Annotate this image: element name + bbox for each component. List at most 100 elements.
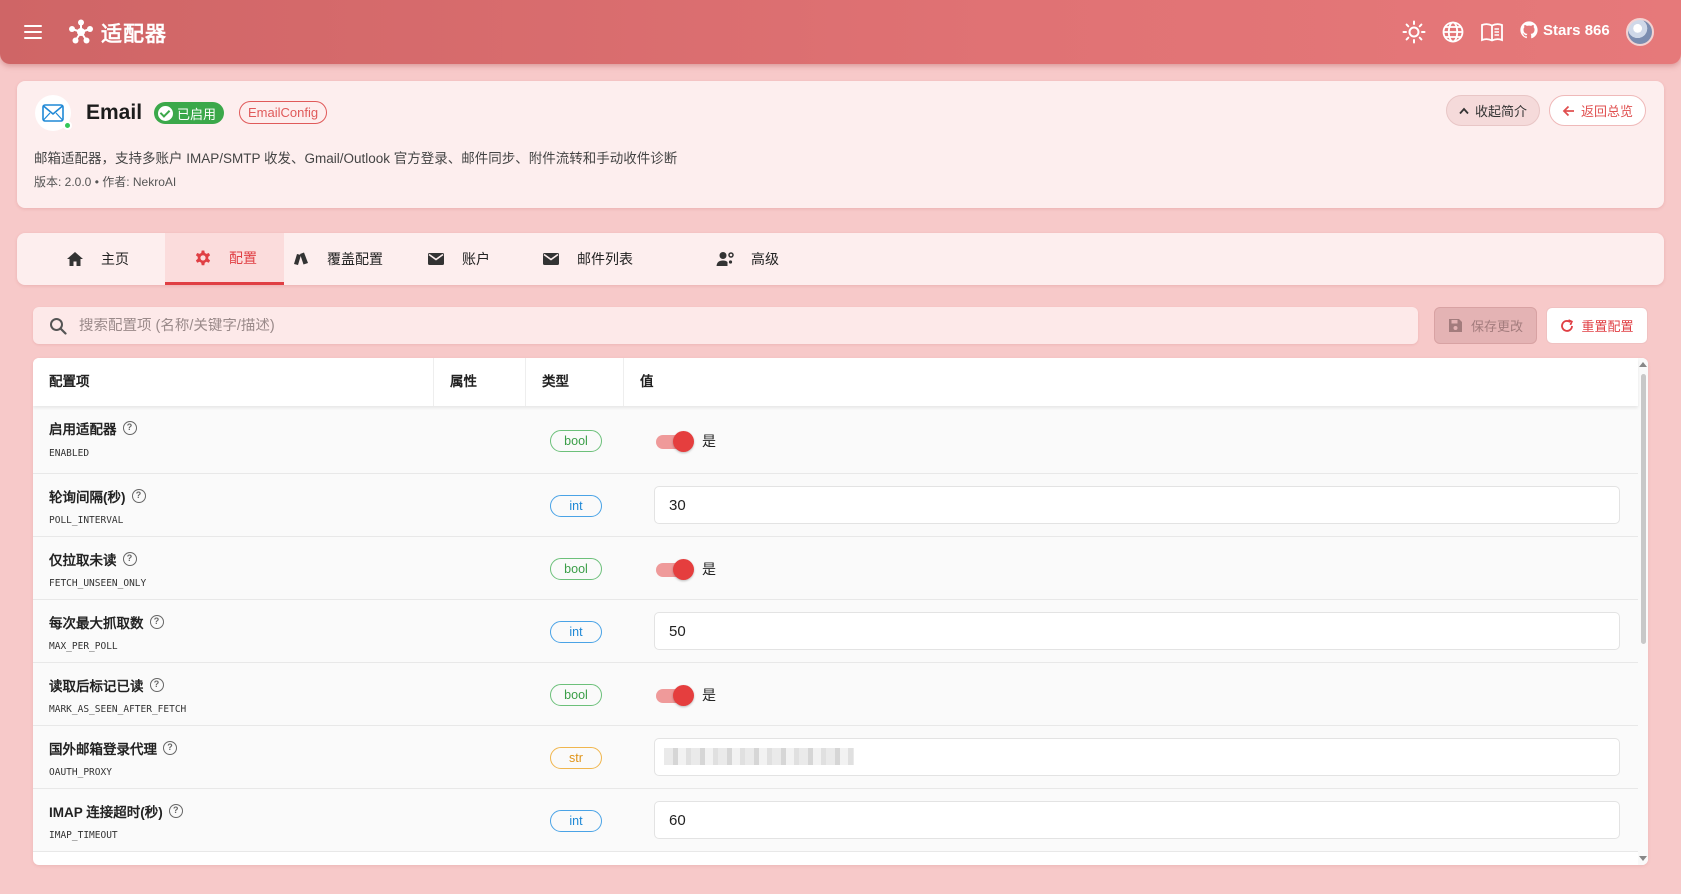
config-key: MARK_AS_SEEN_AFTER_FETCH (49, 704, 187, 715)
tab-label: 主页 (101, 251, 129, 267)
tab-accounts[interactable]: 账户 (426, 233, 490, 285)
github-stars-button[interactable]: Stars 866 (1520, 21, 1610, 39)
value-input[interactable] (654, 801, 1620, 839)
cards-icon (294, 252, 308, 265)
scroll-down-arrow[interactable] (1639, 856, 1647, 861)
config-key: MAX_PER_POLL (49, 641, 118, 652)
reset-config-button[interactable]: 重置配置 (1546, 307, 1648, 344)
config-name-cell: 轮询间隔(秒) ? (49, 486, 146, 506)
tab-mail-list[interactable]: 邮件列表 (541, 233, 633, 285)
config-title: 每次最大抓取数 (49, 616, 144, 631)
config-title: 仅拉取未读 (49, 553, 117, 568)
avatar[interactable] (1626, 18, 1654, 46)
envelope-icon (42, 104, 64, 122)
config-name-cell: IMAP 连接超时(秒) ? (49, 801, 183, 821)
save-changes-button[interactable]: 保存更改 (1434, 307, 1537, 344)
save-disk-icon (1448, 319, 1462, 332)
config-title: 读取后标记已读 (49, 679, 144, 694)
config-name-cell: 启用适配器 ? (49, 418, 137, 438)
config-class-badge: EmailConfig (239, 101, 328, 124)
help-icon[interactable]: ? (163, 741, 177, 755)
help-icon[interactable]: ? (149, 678, 164, 692)
scrollbar-thumb[interactable] (1641, 374, 1646, 644)
table-header: 配置项 属性 类型 值 (33, 358, 1638, 406)
scroll-up-arrow[interactable] (1639, 362, 1647, 367)
table-row: IMAP 连接超时(秒) ? IMAP_TIMEOUT int (33, 789, 1638, 852)
check-circle-icon (158, 105, 173, 121)
config-name-cell: 读取后标记已读 ? (49, 675, 164, 695)
help-icon[interactable]: ? (122, 552, 137, 566)
search-icon (50, 317, 67, 335)
column-header-attribute[interactable]: 属性 (434, 358, 526, 406)
value-input[interactable] (654, 612, 1620, 650)
config-title: 国外邮箱登录代理 (49, 742, 157, 757)
table-row: 国外邮箱登录代理 ? OAUTH_PROXY str (33, 726, 1638, 789)
online-status-dot (63, 121, 72, 130)
table-row: 读取后标记已读 ? MARK_AS_SEEN_AFTER_FETCH bool … (33, 663, 1638, 726)
gear-icon (195, 250, 211, 265)
status-badge: 已启用 (154, 102, 225, 124)
tab-advanced[interactable]: 高级 (715, 233, 779, 285)
table-scrollbar[interactable] (1638, 358, 1648, 865)
config-table: 配置项 属性 类型 值 启用适配器 ? ENABLED bool 是 轮询间隔(… (33, 358, 1648, 865)
config-title: IMAP 连接超时(秒) (49, 805, 163, 820)
column-header-config-item[interactable]: 配置项 (33, 358, 434, 406)
toggle-switch[interactable] (655, 430, 695, 452)
menu-icon[interactable] (22, 20, 46, 44)
arrow-left-icon (1562, 105, 1574, 116)
help-icon[interactable]: ? (131, 489, 146, 503)
adapter-header-card: Email 已启用 EmailConfig 邮箱适配器，支持多账户 IMAP/S… (17, 81, 1664, 208)
table-row: 轮询间隔(秒) ? POLL_INTERVAL int (33, 474, 1638, 537)
toggle-label: 是 (702, 687, 716, 703)
type-chip: bool (550, 430, 602, 452)
stars-count: Stars 866 (1543, 21, 1610, 39)
toggle-switch[interactable] (655, 558, 695, 580)
status-label: 已启用 (177, 106, 217, 122)
reset-config-label: 重置配置 (1581, 319, 1634, 334)
tab-label: 覆盖配置 (327, 251, 383, 267)
email-adapter-icon (35, 95, 72, 131)
language-globe-icon[interactable] (1441, 20, 1465, 44)
adapter-name: Email (86, 101, 143, 124)
toggle-switch[interactable] (655, 684, 695, 706)
table-row: 每次最大抓取数 ? MAX_PER_POLL int (33, 600, 1638, 663)
docs-book-icon[interactable] (1480, 20, 1504, 44)
tab-label: 配置 (229, 249, 257, 266)
config-key: ENABLED (49, 448, 90, 459)
type-chip: bool (550, 558, 602, 580)
adapter-logo-icon (69, 19, 93, 44)
value-input[interactable] (654, 486, 1620, 524)
collapse-intro-label: 收起简介 (1475, 104, 1528, 119)
mail-list-icon (543, 253, 559, 265)
theme-sun-icon[interactable] (1402, 20, 1426, 44)
table-row: 仅拉取未读 ? FETCH_UNSEEN_ONLY bool 是 (33, 537, 1638, 600)
refresh-icon (1561, 318, 1574, 332)
collapse-intro-button[interactable]: 收起简介 (1446, 95, 1541, 126)
column-header-value[interactable]: 值 (624, 358, 1638, 406)
column-header-type[interactable]: 类型 (526, 358, 624, 406)
redacted-value (664, 748, 854, 765)
tab-home[interactable]: 主页 (65, 233, 129, 285)
table-row: 启用适配器 ? ENABLED bool 是 (33, 406, 1638, 474)
help-icon[interactable]: ? (168, 804, 183, 818)
tab-label: 邮件列表 (577, 251, 633, 267)
type-chip: int (550, 810, 602, 832)
help-icon[interactable]: ? (122, 421, 137, 435)
config-title: 轮询间隔(秒) (49, 490, 126, 505)
back-to-overview-button[interactable]: 返回总览 (1549, 95, 1647, 126)
user-settings-icon (716, 252, 734, 266)
app-title: 适配器 (101, 23, 167, 46)
chevron-up-icon (1459, 107, 1469, 114)
search-input[interactable] (79, 317, 1379, 334)
help-icon[interactable]: ? (149, 615, 164, 629)
config-name-cell: 每次最大抓取数 ? (49, 612, 164, 632)
toggle-label: 是 (702, 561, 716, 577)
type-chip: int (550, 495, 602, 517)
tab-label: 高级 (751, 251, 779, 267)
tab-config[interactable]: 配置 (165, 233, 284, 285)
config-search-box[interactable] (33, 307, 1418, 344)
config-key: POLL_INTERVAL (49, 515, 124, 526)
config-key: FETCH_UNSEEN_ONLY (49, 578, 147, 589)
tab-label: 账户 (462, 251, 490, 267)
tab-override-config[interactable]: 覆盖配置 (291, 233, 383, 285)
